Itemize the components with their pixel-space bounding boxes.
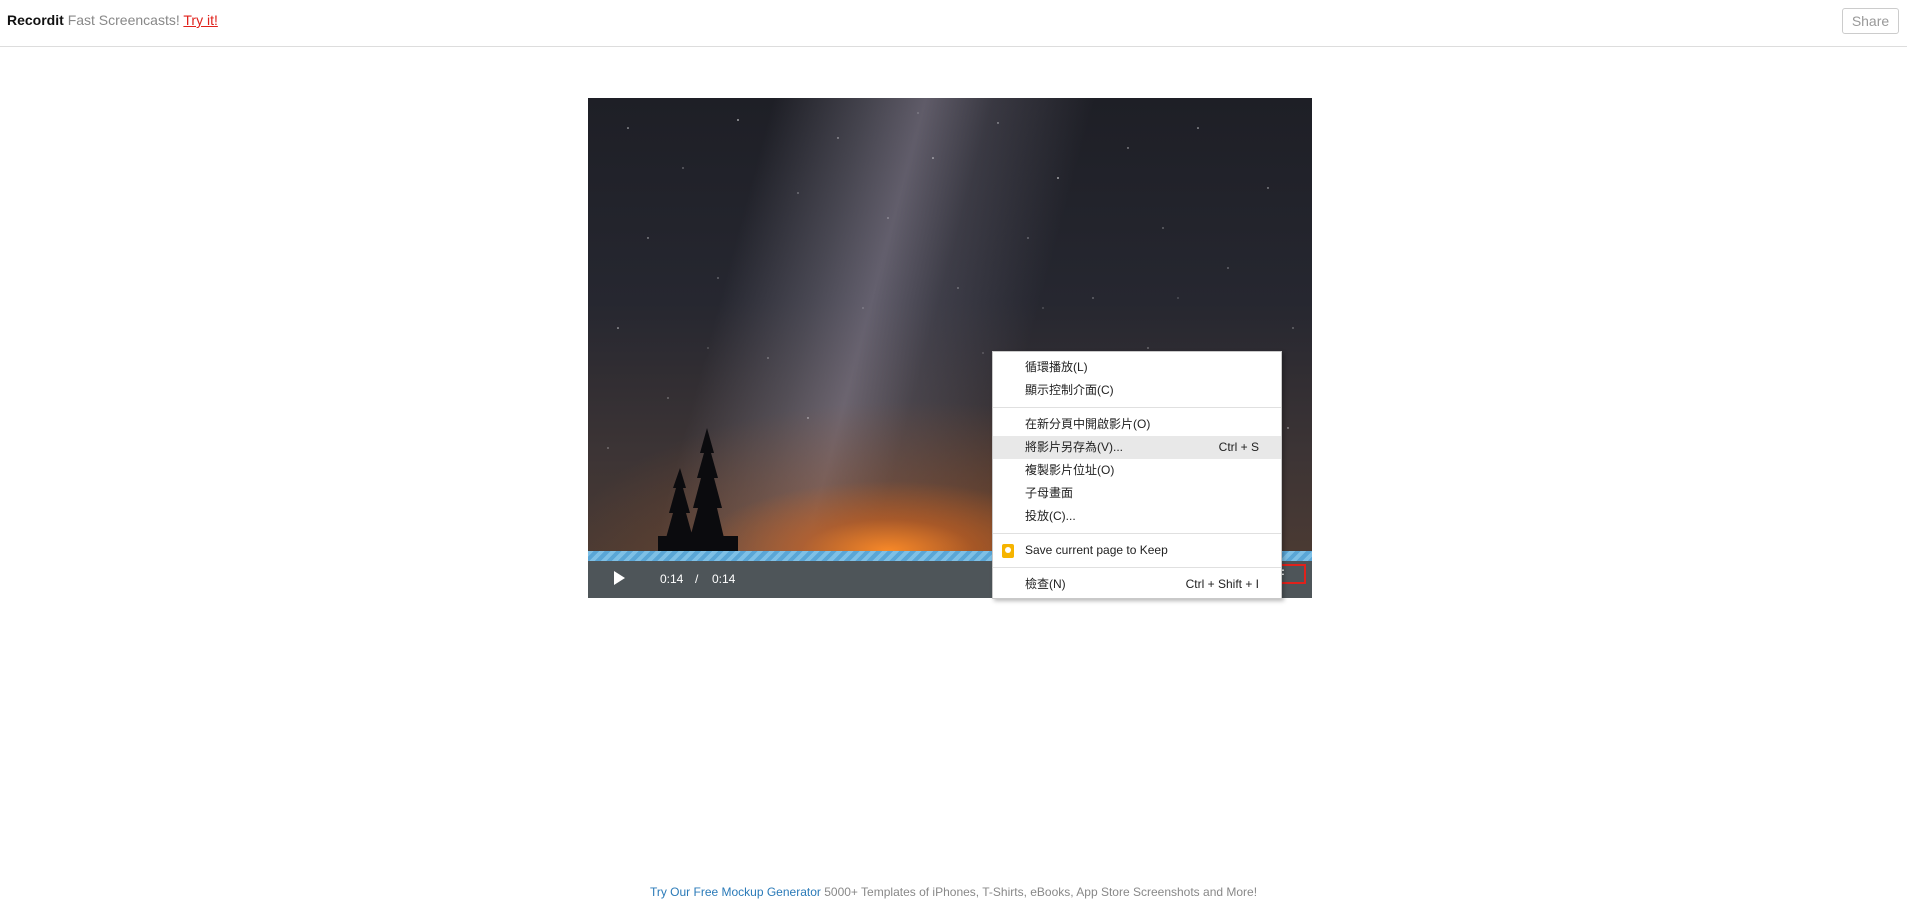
menu-item-label: 投放(C)... <box>1025 509 1076 523</box>
menu-item-label: 在新分頁中開啟影片(O) <box>1025 417 1151 431</box>
menu-separator <box>993 567 1281 568</box>
menu-item-show-controls[interactable]: 顯示控制介面(C) <box>993 379 1281 402</box>
footer: Try Our Free Mockup Generator 5000+ Temp… <box>0 885 1907 899</box>
brand: Recordit Fast Screencasts! Try it! <box>7 12 218 28</box>
share-button[interactable]: Share <box>1842 8 1899 34</box>
menu-item-label: 複製影片位址(O) <box>1025 463 1115 477</box>
time-separator: / <box>695 572 699 586</box>
menu-separator <box>993 533 1281 534</box>
menu-item-label: Save current page to Keep <box>1025 543 1168 557</box>
menu-item-open-video-new-tab[interactable]: 在新分頁中開啟影片(O) <box>993 413 1281 436</box>
menu-item-picture-in-picture[interactable]: 子母畫面 <box>993 482 1281 505</box>
menu-item-label: 顯示控制介面(C) <box>1025 383 1114 397</box>
menu-item-inspect[interactable]: 檢查(N) Ctrl + Shift + I <box>993 573 1281 596</box>
menu-item-cast[interactable]: 投放(C)... <box>993 505 1281 528</box>
menu-item-label: 檢查(N) <box>1025 577 1066 591</box>
context-menu: 循環播放(L) 顯示控制介面(C) 在新分頁中開啟影片(O) 將影片另存為(V)… <box>992 351 1282 599</box>
menu-separator <box>993 407 1281 408</box>
menu-item-loop[interactable]: 循環播放(L) <box>993 356 1281 379</box>
mockup-generator-link[interactable]: Try Our Free Mockup Generator <box>650 885 821 899</box>
duration: 0:14 <box>712 572 736 586</box>
menu-item-save-to-keep[interactable]: Save current page to Keep <box>993 539 1281 562</box>
current-time: 0:14 <box>660 572 684 586</box>
try-it-link[interactable]: Try it! <box>183 12 217 28</box>
play-icon <box>614 571 625 585</box>
menu-item-label: 子母畫面 <box>1025 486 1074 500</box>
menu-item-shortcut: Ctrl + Shift + I <box>1185 577 1259 591</box>
brand-name: Recordit <box>7 12 64 28</box>
footer-description: 5000+ Templates of iPhones, T-Shirts, eB… <box>824 885 1258 899</box>
tree-silhouette <box>658 428 738 552</box>
menu-item-shortcut: Ctrl + S <box>1218 440 1259 454</box>
top-bar: Recordit Fast Screencasts! Try it! Share <box>0 0 1907 47</box>
brand-tagline: Fast Screencasts! <box>67 12 180 28</box>
play-button[interactable] <box>608 567 630 589</box>
menu-item-label: 循環播放(L) <box>1025 360 1088 374</box>
menu-item-save-video-as[interactable]: 將影片另存為(V)... Ctrl + S <box>993 436 1281 459</box>
menu-item-label: 將影片另存為(V)... <box>1025 440 1123 454</box>
keep-icon <box>1002 544 1014 558</box>
menu-item-copy-video-address[interactable]: 複製影片位址(O) <box>993 459 1281 482</box>
